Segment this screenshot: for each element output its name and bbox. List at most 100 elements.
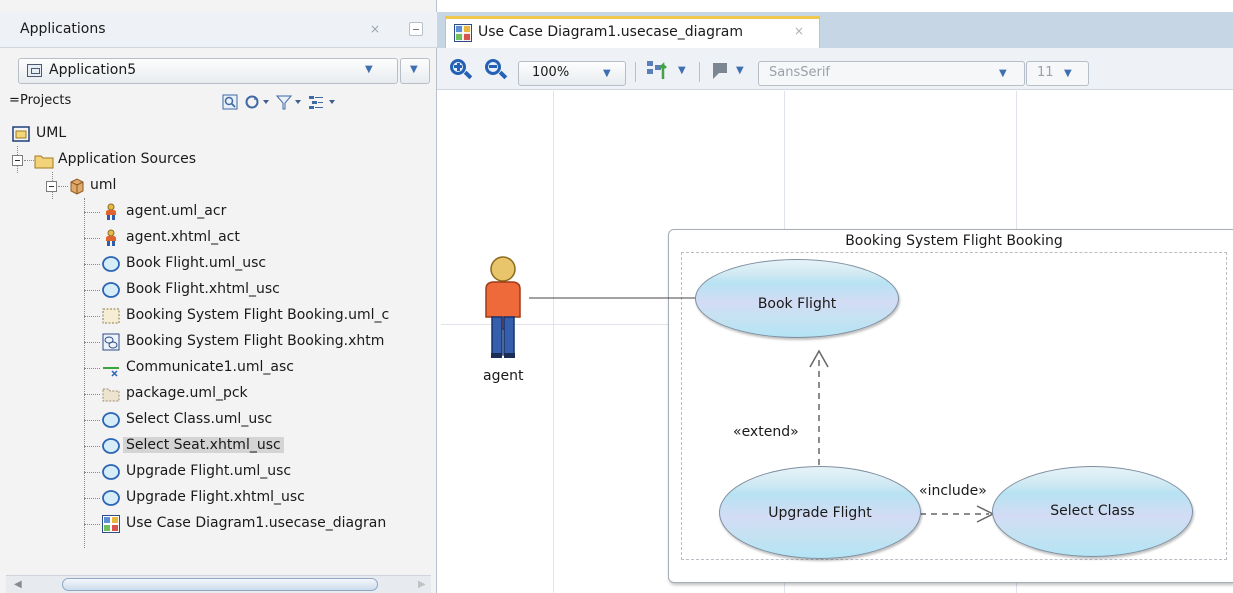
tree-line (84, 316, 100, 317)
tree-item[interactable]: Upgrade Flight.uml_usc (84, 460, 437, 484)
tree-item[interactable]: Communicate1.uml_asc (84, 356, 437, 380)
collapse-node-icon[interactable] (46, 181, 57, 192)
usecase-icon (102, 411, 120, 429)
tree-item-label: Upgrade Flight.xhtml_usc (126, 489, 305, 505)
usecase-book-flight[interactable]: Book Flight (695, 259, 899, 338)
package-file-icon (102, 385, 120, 403)
collapse-node-icon[interactable] (12, 155, 23, 166)
usecase-select-class[interactable]: Select Class (992, 466, 1193, 557)
usecase-icon (102, 489, 120, 507)
include-label: «include» (919, 483, 987, 499)
usecase-icon (102, 255, 120, 273)
projects-label[interactable]: Projects (20, 93, 71, 108)
collapse-projects-icon[interactable]: = (9, 93, 20, 108)
tree-line (84, 420, 100, 421)
font-size-select[interactable]: 11 ▼ (1026, 61, 1089, 86)
application-menu-button[interactable]: ▼ (400, 58, 430, 84)
association-icon (102, 359, 120, 377)
font-size-value: 11 (1037, 65, 1054, 80)
system-boundary-icon (102, 307, 120, 325)
diagram-canvas[interactable]: Booking System Flight Booking agent Book… (441, 91, 1233, 593)
extend-label: «extend» (733, 424, 799, 440)
tree-item[interactable]: Select Class.uml_usc (84, 408, 437, 432)
tree-item[interactable]: agent.xhtml_act (84, 226, 437, 250)
chevron-down-icon: ▼ (603, 68, 611, 79)
tree-line (84, 290, 100, 291)
project-tree: UML Application Sources uml agent.uml_ac (0, 118, 437, 570)
toolbar-separator (635, 62, 636, 82)
options-icon[interactable] (308, 94, 338, 110)
tree-item[interactable]: Use Case Diagram1.usecase_diagran (84, 512, 437, 536)
editor-tab-strip: Use Case Diagram1.usecase_diagram × (437, 12, 1233, 48)
chevron-down-icon[interactable]: ▼ (736, 65, 744, 76)
tree-line (84, 394, 100, 395)
diagram-toolbar: 100% ▼ ▼ ▼ SansSerif ▼ 11 ▼ (437, 48, 1233, 90)
tree-item-label: Booking System Flight Booking.uml_c (126, 307, 390, 323)
minimize-panel-button[interactable] (409, 22, 423, 36)
tree-line (84, 446, 100, 447)
folder-icon (34, 155, 54, 169)
usecase-label: Select Class (1050, 503, 1135, 519)
usecase-upgrade-flight[interactable]: Upgrade Flight (719, 466, 921, 559)
applications-panel-title: Applications (20, 21, 106, 37)
tree-item[interactable]: Book Flight.xhtml_usc (84, 278, 437, 302)
tree-line (24, 160, 34, 161)
actor-agent[interactable] (479, 255, 527, 363)
refresh-icon[interactable] (244, 94, 272, 110)
tree-line (84, 264, 100, 265)
usecase-label: Upgrade Flight (768, 505, 872, 521)
tree-line (84, 368, 100, 369)
diagram-icon (454, 24, 472, 42)
actor-icon (102, 229, 120, 247)
chevron-down-icon: ▼ (410, 64, 418, 75)
chevron-down-icon: ▼ (1064, 68, 1072, 79)
scroll-left-arrow-icon[interactable]: ◀ (14, 579, 22, 590)
scroll-right-arrow-icon[interactable]: ▶ (418, 579, 426, 590)
tree-item-label: Book Flight.xhtml_usc (126, 281, 280, 297)
tree-item[interactable]: Book Flight.uml_usc (84, 252, 437, 276)
tree-item-label: Upgrade Flight.uml_usc (126, 463, 292, 479)
scrollbar-thumb[interactable] (62, 578, 378, 591)
chevron-down-icon[interactable]: ▼ (678, 65, 686, 76)
tree-node-uml-project[interactable]: UML (12, 122, 432, 146)
tree-node-application-sources[interactable]: Application Sources (12, 148, 432, 172)
tree-node-label: uml (90, 177, 117, 193)
applications-panel-header: Applications × (0, 12, 437, 48)
tree-node-label: Application Sources (58, 151, 197, 167)
tree-item[interactable]: agent.uml_acr (84, 200, 437, 224)
zoom-in-icon[interactable] (450, 59, 466, 75)
tree-node-uml-package[interactable]: uml (46, 174, 426, 198)
filter-icon[interactable] (276, 94, 304, 110)
application-selector[interactable]: Application5 ▼ (18, 58, 398, 84)
projects-bar: = Projects (8, 90, 434, 114)
tree-item-label: Select Class.uml_usc (126, 411, 273, 427)
toolbar-separator (699, 62, 700, 82)
layout-icon[interactable] (646, 59, 672, 81)
search-icon[interactable] (222, 94, 238, 110)
tree-item[interactable]: Select Seat.xhtml_usc (84, 434, 437, 458)
tab-use-case-diagram[interactable]: Use Case Diagram1.usecase_diagram × (445, 16, 820, 48)
zoom-value: 100% (532, 65, 570, 80)
tree-item[interactable]: Upgrade Flight.xhtml_usc (84, 486, 437, 510)
fill-color-icon[interactable] (710, 60, 732, 82)
close-panel-button[interactable]: × (370, 22, 380, 36)
tree-line (84, 238, 100, 239)
tree-line (84, 342, 100, 343)
font-family-select[interactable]: SansSerif ▼ (758, 61, 1025, 86)
close-tab-button[interactable]: × (794, 24, 804, 38)
tree-item[interactable]: Booking System Flight Booking.xhtm (84, 330, 437, 354)
zoom-out-icon[interactable] (485, 59, 501, 75)
tree-node-label: UML (36, 125, 67, 141)
tree-item[interactable]: package.uml_pck (84, 382, 437, 406)
usecase-icon (102, 437, 120, 455)
tree-item-label: agent.uml_acr (126, 203, 227, 219)
tree-item-label: Booking System Flight Booking.xhtm (126, 333, 385, 349)
chevron-down-icon: ▼ (999, 68, 1007, 79)
application-selector-value: Application5 (49, 62, 137, 78)
zoom-select[interactable]: 100% ▼ (518, 61, 626, 86)
tree-item-label: Communicate1.uml_asc (126, 359, 294, 375)
tab-title: Use Case Diagram1.usecase_diagram (478, 24, 743, 40)
horizontal-scrollbar[interactable]: ◀ ▶ (6, 575, 431, 593)
tree-item[interactable]: Booking System Flight Booking.uml_c (84, 304, 437, 328)
tree-line (84, 472, 100, 473)
